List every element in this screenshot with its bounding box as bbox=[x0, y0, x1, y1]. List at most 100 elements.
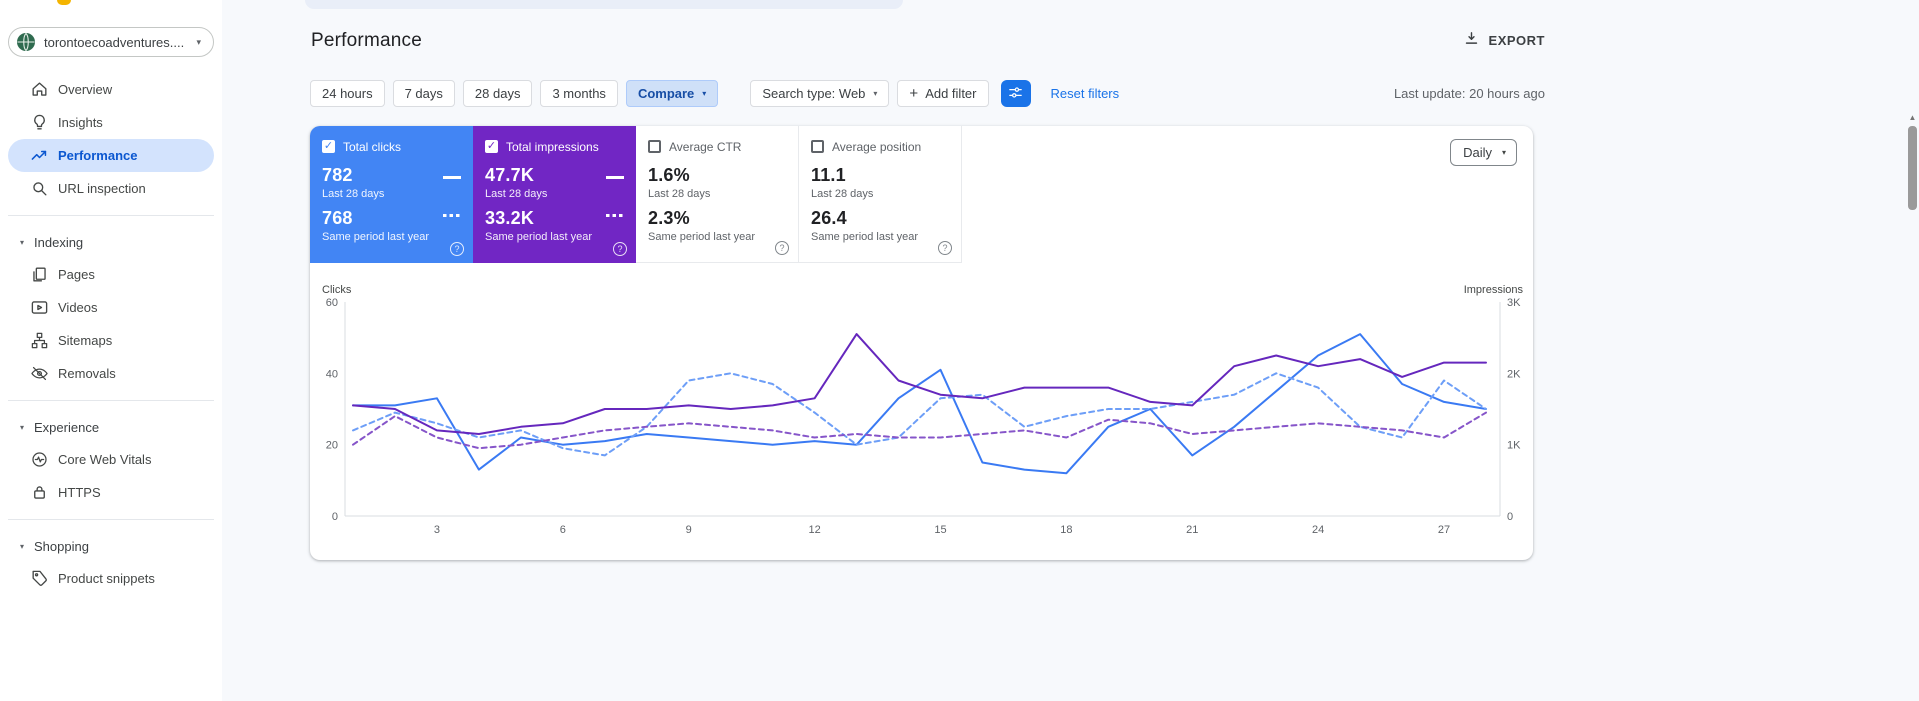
checkbox-unchecked-icon[interactable] bbox=[811, 140, 824, 153]
metric-period: Last 28 days bbox=[648, 188, 711, 200]
chart-line-clicks-previous bbox=[352, 372, 1487, 457]
range-3-months-button[interactable]: 3 months bbox=[540, 80, 618, 107]
scrollbar[interactable]: ▲ bbox=[1907, 112, 1918, 701]
page-title: Performance bbox=[311, 30, 422, 51]
svg-text:40: 40 bbox=[326, 368, 338, 380]
performance-icon bbox=[30, 146, 49, 165]
sidebar-item-core-web-vitals[interactable]: Core Web Vitals bbox=[8, 443, 214, 476]
metric-card-average-ctr[interactable]: Average CTR 1.6% Last 28 days 2.3% Same … bbox=[636, 126, 799, 263]
search-icon bbox=[30, 179, 49, 198]
checkbox-unchecked-icon[interactable] bbox=[648, 140, 661, 153]
sidebar-item-performance[interactable]: Performance bbox=[8, 139, 214, 172]
sidebar-item-label: Pages bbox=[58, 267, 95, 282]
add-filter-button[interactable]: + Add filter bbox=[897, 80, 989, 107]
export-button[interactable]: EXPORT bbox=[1463, 30, 1545, 50]
metric-card-average-position[interactable]: Average position 11.1 Last 28 days 26.4 … bbox=[799, 126, 962, 263]
section-label: Shopping bbox=[34, 538, 89, 554]
metric-card-total-clicks[interactable]: ✓ Total clicks 782 Last 28 days 768 Same… bbox=[310, 126, 473, 263]
sidebar-item-label: Overview bbox=[58, 82, 113, 97]
sidebar-item-label: Videos bbox=[58, 300, 98, 315]
sitemap-icon bbox=[30, 331, 49, 350]
collapse-caret-icon: ▾ bbox=[20, 541, 25, 551]
top-search-bar-partial[interactable] bbox=[305, 0, 903, 9]
sidebar-item-videos[interactable]: Videos bbox=[8, 291, 214, 324]
svg-text:60: 60 bbox=[326, 297, 338, 309]
svg-text:20: 20 bbox=[326, 440, 338, 452]
button-label: Compare bbox=[637, 86, 695, 101]
metric-label: Average position bbox=[832, 139, 922, 154]
metric-compare-value: 768 bbox=[322, 208, 353, 228]
divider bbox=[8, 400, 214, 401]
right-axis-title: Impressions bbox=[1463, 284, 1523, 296]
chart-line-impressions-previous bbox=[352, 411, 1487, 450]
help-icon[interactable]: ? bbox=[775, 241, 789, 255]
core-web-vitals-icon bbox=[30, 450, 49, 469]
button-label: Add filter bbox=[925, 86, 977, 101]
help-icon[interactable]: ? bbox=[450, 242, 464, 256]
filter-settings-button[interactable] bbox=[1000, 80, 1031, 107]
sidebar: torontoecoadventures.... ▾ Overview Insi… bbox=[0, 0, 222, 701]
sidebar-item-url-inspection[interactable]: URL inspection bbox=[8, 172, 214, 205]
search-type-filter-button[interactable]: Search type: Web ▾ bbox=[750, 80, 890, 107]
sidebar-item-pages[interactable]: Pages bbox=[8, 258, 214, 291]
range-28-days-button[interactable]: 28 days bbox=[462, 80, 533, 107]
left-axis-title: Clicks bbox=[322, 284, 352, 296]
button-label: 7 days bbox=[404, 86, 443, 101]
metric-period: Last 28 days bbox=[811, 188, 874, 200]
range-7-days-button[interactable]: 7 days bbox=[392, 80, 455, 107]
checkbox-checked-icon[interactable]: ✓ bbox=[485, 140, 498, 153]
metric-compare-period: Same period last year bbox=[322, 231, 429, 243]
property-name: torontoecoadventures.... bbox=[44, 34, 185, 50]
svg-text:1K: 1K bbox=[1507, 440, 1521, 452]
scroll-up-arrow-icon[interactable]: ▲ bbox=[1907, 112, 1918, 124]
range-24-hours-button[interactable]: 24 hours bbox=[310, 80, 385, 107]
tune-icon bbox=[1007, 84, 1024, 104]
video-icon bbox=[30, 298, 49, 317]
section-header-indexing[interactable]: ▾ Indexing bbox=[0, 226, 222, 258]
collapse-caret-icon: ▾ bbox=[20, 237, 25, 247]
sidebar-item-insights[interactable]: Insights bbox=[8, 106, 214, 139]
section-label: Experience bbox=[34, 419, 100, 435]
sidebar-item-https[interactable]: HTTPS bbox=[8, 476, 214, 509]
button-label: 28 days bbox=[474, 86, 521, 101]
help-icon[interactable]: ? bbox=[613, 242, 627, 256]
granularity-value: Daily bbox=[1463, 145, 1492, 160]
property-selector[interactable]: torontoecoadventures.... ▾ bbox=[8, 27, 214, 57]
sidebar-item-label: Sitemaps bbox=[58, 333, 113, 348]
checkbox-checked-icon[interactable]: ✓ bbox=[322, 140, 335, 153]
tag-icon bbox=[30, 569, 49, 588]
sidebar-item-removals[interactable]: Removals bbox=[8, 357, 214, 390]
section-label: Indexing bbox=[34, 234, 84, 250]
previous-line-style-icon bbox=[606, 214, 624, 217]
sidebar-item-product-snippets[interactable]: Product snippets bbox=[8, 562, 214, 595]
reset-filters-link[interactable]: Reset filters bbox=[1051, 86, 1120, 101]
svg-text:2K: 2K bbox=[1507, 368, 1521, 380]
metrics-row: ✓ Total clicks 782 Last 28 days 768 Same… bbox=[310, 126, 962, 263]
sidebar-item-sitemaps[interactable]: Sitemaps bbox=[8, 324, 214, 357]
compare-button[interactable]: Compare ▾ bbox=[625, 80, 719, 107]
scrollbar-thumb[interactable] bbox=[1908, 126, 1917, 210]
divider bbox=[8, 519, 214, 520]
chevron-down-icon: ▾ bbox=[873, 89, 878, 98]
sidebar-item-overview[interactable]: Overview bbox=[8, 73, 214, 106]
sidebar-item-label: HTTPS bbox=[58, 485, 101, 500]
metric-compare-period: Same period last year bbox=[485, 231, 592, 243]
metric-period: Last 28 days bbox=[485, 188, 548, 200]
chevron-down-icon: ▾ bbox=[702, 89, 707, 98]
help-icon[interactable]: ? bbox=[938, 241, 952, 255]
metric-card-total-impressions[interactable]: ✓ Total impressions 47.7K Last 28 days 3… bbox=[473, 126, 636, 263]
performance-report-card: ✓ Total clicks 782 Last 28 days 768 Same… bbox=[310, 126, 1533, 560]
metric-period: Last 28 days bbox=[322, 188, 385, 200]
metric-value: 47.7K bbox=[485, 165, 535, 185]
metric-compare-value: 26.4 bbox=[811, 208, 847, 228]
metric-value: 11.1 bbox=[811, 165, 846, 185]
sidebar-item-label: URL inspection bbox=[58, 181, 146, 196]
section-header-shopping[interactable]: ▾ Shopping bbox=[0, 530, 222, 562]
svg-text:21: 21 bbox=[1186, 524, 1198, 536]
filter-bar: 24 hours 7 days 28 days 3 months Compare… bbox=[310, 80, 1545, 107]
checkmark: ✓ bbox=[486, 140, 497, 152]
pages-icon bbox=[30, 265, 49, 284]
section-header-experience[interactable]: ▾ Experience bbox=[0, 411, 222, 443]
previous-line-style-icon bbox=[443, 214, 461, 217]
granularity-select[interactable]: Daily ▾ bbox=[1450, 139, 1517, 166]
